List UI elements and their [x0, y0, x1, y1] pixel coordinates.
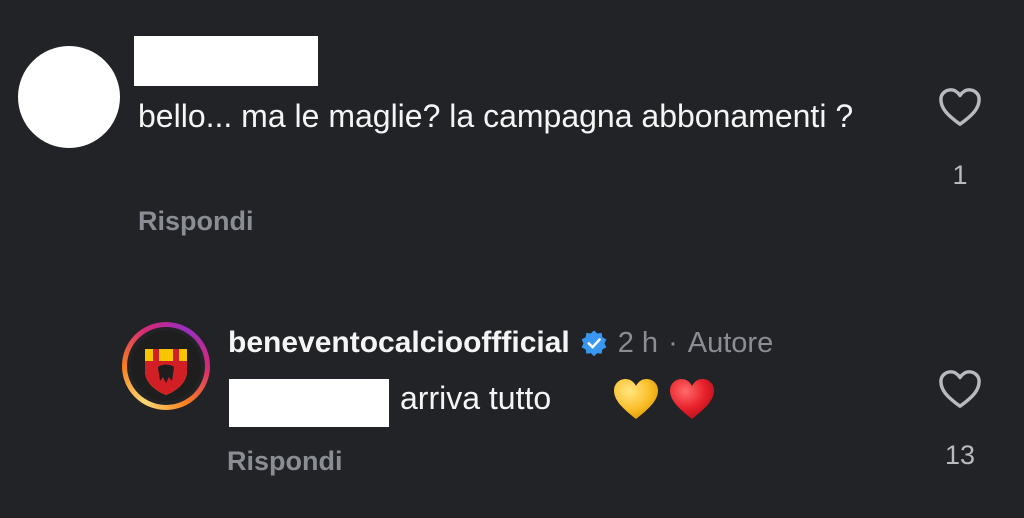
- commenter-avatar-redacted[interactable]: [18, 46, 120, 148]
- club-logo: [131, 331, 201, 401]
- author-tag: Autore: [687, 326, 774, 359]
- yellow-heart-emoji: [614, 379, 658, 419]
- heart-outline-icon[interactable]: [937, 368, 983, 410]
- club-crest-icon: [131, 331, 201, 401]
- like-count: 13: [944, 440, 976, 470]
- meta-separator: ·: [668, 326, 678, 359]
- commenter-username-redacted[interactable]: [134, 36, 318, 86]
- reply-button[interactable]: Rispondi: [138, 206, 254, 237]
- reply-time: 2 h: [617, 326, 659, 359]
- comment-text: bello... ma le maglie? la campagna abbon…: [138, 98, 854, 134]
- red-heart-emoji: [670, 379, 714, 419]
- reply-header: beneventocalciooffficial 2 h · Autore: [228, 326, 773, 360]
- reply-username[interactable]: beneventocalciooffficial: [228, 326, 570, 360]
- reply-text: arriva tutto: [400, 380, 552, 416]
- reply-button[interactable]: Rispondi: [227, 446, 343, 477]
- club-avatar[interactable]: [122, 322, 210, 410]
- mention-redacted[interactable]: [229, 379, 389, 427]
- like-count: 1: [952, 160, 968, 190]
- verified-badge-icon: [581, 330, 607, 357]
- heart-outline-icon[interactable]: [937, 86, 983, 128]
- story-ring-gap: [127, 327, 205, 405]
